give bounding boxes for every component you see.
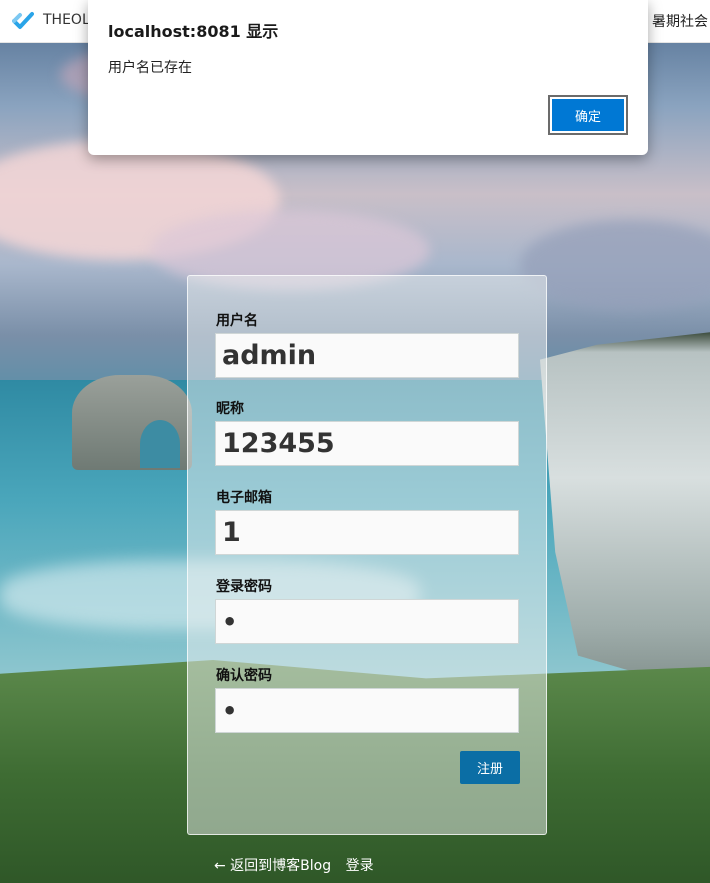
nickname-label: 昵称 — [216, 401, 244, 417]
dialog-ok-focus-ring: 确定 — [548, 95, 628, 135]
confirm-password-label: 确认密码 — [216, 668, 272, 684]
footer-links: ← 返回到博客Blog 登录 — [214, 855, 384, 875]
login-link[interactable]: 登录 — [346, 858, 374, 874]
username-label: 用户名 — [216, 313, 258, 329]
background-arch-opening — [140, 420, 180, 468]
site-title[interactable]: THEOL — [43, 12, 90, 28]
register-button[interactable]: 注册 — [460, 751, 520, 784]
back-to-blog-link[interactable]: ← 返回到博客Blog — [214, 858, 331, 874]
background-cloud — [520, 220, 710, 310]
page-background: THEOL 暑期社会 用户名 昵称 电子邮箱 登录密码 确认密码 注册 ← 返回… — [0, 0, 710, 883]
register-form-panel: 用户名 昵称 电子邮箱 登录密码 确认密码 注册 — [187, 275, 547, 835]
nickname-input[interactable] — [215, 421, 519, 466]
password-label: 登录密码 — [216, 579, 272, 595]
dialog-title: localhost:8081 显示 — [108, 22, 279, 41]
dialog-ok-button[interactable]: 确定 — [552, 99, 624, 131]
email-input[interactable] — [215, 510, 519, 555]
alert-dialog: localhost:8081 显示 用户名已存在 确定 — [88, 0, 648, 155]
dialog-message: 用户名已存在 — [108, 60, 192, 76]
username-input[interactable] — [215, 333, 519, 378]
confirm-password-input[interactable] — [215, 688, 519, 733]
nav-link-summer-social[interactable]: 暑期社会 — [652, 11, 708, 31]
password-input[interactable] — [215, 599, 519, 644]
checkmark-logo-icon[interactable] — [12, 10, 34, 32]
email-label: 电子邮箱 — [216, 490, 272, 506]
